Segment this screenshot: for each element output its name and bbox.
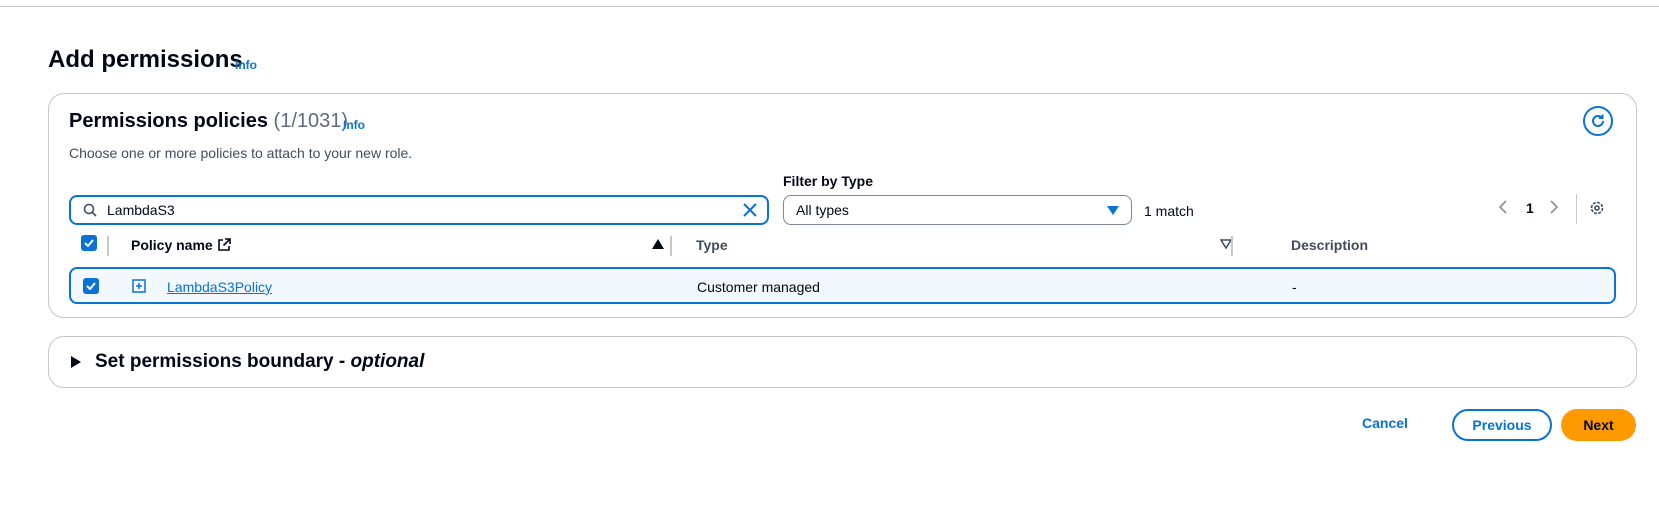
- page-info-link[interactable]: Info: [235, 58, 257, 72]
- cancel-button[interactable]: Cancel: [1362, 415, 1408, 431]
- top-divider: [0, 6, 1659, 7]
- filter-by-type-label: Filter by Type: [783, 173, 873, 189]
- column-policy-name-label: Policy name: [131, 237, 213, 253]
- panel-info-link[interactable]: Info: [343, 118, 365, 132]
- panel-description: Choose one or more policies to attach to…: [69, 145, 413, 161]
- policy-description-cell: -: [1292, 279, 1297, 295]
- policy-type-cell: Customer managed: [697, 279, 820, 295]
- boundary-title-text: Set permissions boundary -: [95, 351, 351, 372]
- permissions-boundary-section[interactable]: Set permissions boundary - optional: [48, 336, 1637, 388]
- table-header: Policy name Type Description: [69, 231, 1616, 261]
- column-policy-name[interactable]: Policy name: [131, 237, 231, 253]
- column-divider: [107, 236, 109, 256]
- page-title: Add permissions: [48, 46, 243, 73]
- column-type[interactable]: Type: [696, 237, 728, 253]
- column-description: Description: [1291, 237, 1369, 253]
- filter-type-value: All types: [796, 202, 849, 218]
- filter-type-select[interactable]: All types: [783, 195, 1132, 225]
- column-divider: [670, 236, 672, 256]
- gear-icon[interactable]: [1589, 200, 1605, 216]
- caret-right-icon: [71, 356, 81, 368]
- next-button[interactable]: Next: [1561, 409, 1636, 441]
- chevron-left-icon[interactable]: [1498, 200, 1508, 214]
- panel-title-text: Permissions policies: [69, 110, 268, 132]
- row-checkbox[interactable]: [83, 278, 99, 294]
- expand-icon[interactable]: [132, 279, 146, 293]
- refresh-button[interactable]: [1583, 106, 1613, 136]
- permissions-policies-panel: Permissions policies (1/1031) Info Choos…: [48, 93, 1637, 318]
- caret-down-icon: [1107, 205, 1119, 215]
- boundary-optional-text: optional: [350, 351, 425, 372]
- match-count: 1 match: [1144, 203, 1194, 219]
- table-row[interactable]: LambdaS3Policy Customer managed -: [69, 267, 1616, 304]
- pager-divider: [1576, 194, 1577, 224]
- policy-count: (1/1031): [273, 110, 349, 132]
- chevron-right-icon[interactable]: [1549, 200, 1559, 214]
- previous-button[interactable]: Previous: [1452, 409, 1552, 441]
- column-divider: [1231, 236, 1233, 256]
- search-value: LambdaS3: [107, 202, 175, 218]
- refresh-icon: [1592, 114, 1604, 127]
- policy-name-link[interactable]: LambdaS3Policy: [167, 279, 272, 295]
- panel-title: Permissions policies (1/1031): [69, 110, 348, 133]
- search-input[interactable]: LambdaS3: [69, 195, 769, 225]
- page-number[interactable]: 1: [1526, 200, 1534, 216]
- search-icon: [83, 203, 97, 217]
- clear-search-icon[interactable]: [743, 203, 757, 217]
- select-all-checkbox[interactable]: [81, 235, 97, 251]
- external-link-icon: [217, 238, 231, 251]
- permissions-boundary-title[interactable]: Set permissions boundary - optional: [95, 351, 424, 373]
- sort-ascending-icon[interactable]: [652, 239, 664, 249]
